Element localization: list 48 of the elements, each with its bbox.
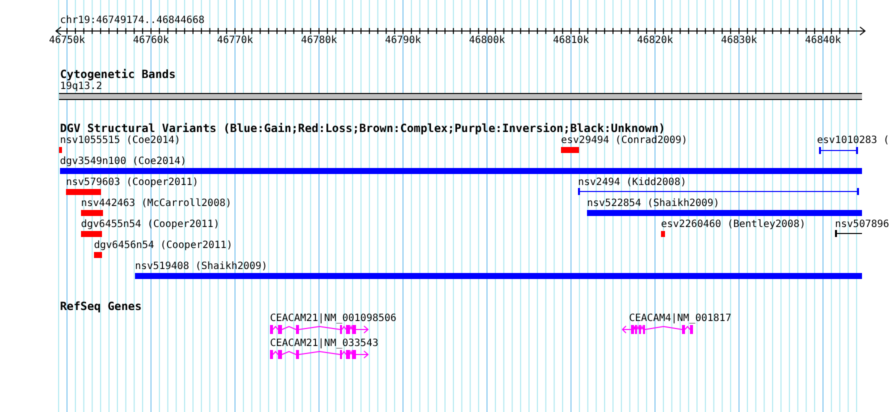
tick-label: 46800k [468, 35, 506, 46]
variant-label[interactable]: dgv6455n54 (Cooper2011) [81, 219, 220, 230]
tick-label: 46810k [552, 35, 590, 46]
variant-interval[interactable] [835, 230, 862, 237]
gene-label[interactable]: CEACAM21|NM_033543 [270, 338, 378, 349]
gene-model-drawing[interactable] [270, 325, 369, 334]
track-title: DGV Structural Variants (Blue:Gain;Red:Loss;Brown:Complex;Purple:Inversion;Black:Unknown) [60, 122, 666, 135]
track-title: RefSeq Genes [60, 300, 142, 313]
variant-label[interactable]: dgv6456n54 (Cooper2011) [94, 240, 232, 251]
variant-label[interactable]: nsv507896 [835, 219, 890, 230]
tick-label: 46830k [720, 35, 758, 46]
variant-bar[interactable] [81, 210, 103, 216]
tick-label: 46770k [216, 35, 254, 46]
variant-bar[interactable] [661, 231, 665, 237]
variant-bar[interactable] [587, 210, 862, 216]
track-title: Cytogenetic Bands [60, 68, 176, 81]
variant-label[interactable]: nsv1055515 (Coe2014) [60, 135, 180, 146]
variant-label[interactable]: esv29494 (Conrad2009) [561, 135, 688, 146]
location-label: chr19:46749174..46844668 [60, 15, 204, 26]
tick-label: 46750k [48, 35, 86, 46]
tick-label: 46820k [636, 35, 674, 46]
variant-label[interactable]: nsv442463 (McCarroll2008) [81, 198, 232, 209]
variant-bar[interactable] [60, 168, 862, 174]
variant-label[interactable]: nsv519408 (Shaikh2009) [135, 261, 268, 272]
gene-label[interactable]: CEACAM4|NM_001817 [629, 313, 732, 324]
gene-label[interactable]: CEACAM21|NM_001098506 [270, 313, 396, 324]
variant-bar[interactable] [81, 231, 102, 237]
variant-label[interactable]: nsv579603 (Cooper2011) [66, 177, 198, 188]
variant-interval[interactable] [578, 188, 859, 195]
variant-interval[interactable] [819, 147, 858, 154]
variant-label[interactable]: nsv522854 (Shaikh2009) [587, 198, 720, 209]
variant-bar[interactable] [135, 273, 862, 279]
variant-label[interactable]: dgv3549n100 (Coe2014) [60, 156, 186, 167]
variant-bar[interactable] [561, 147, 579, 153]
variant-bar[interactable] [59, 147, 62, 153]
variant-label[interactable]: nsv2494 (Kidd2008) [578, 177, 686, 188]
variant-bar[interactable] [66, 189, 101, 195]
tick-label: 46790k [384, 35, 422, 46]
variant-bar[interactable] [94, 252, 102, 258]
tick-label: 46840k [804, 35, 842, 46]
variant-label[interactable]: esv1010283 ( [817, 135, 890, 146]
band-label: 19q13.2 [60, 81, 102, 92]
variant-label[interactable]: esv2260460 (Bentley2008) [661, 219, 806, 230]
chromosome-band[interactable] [59, 93, 862, 100]
tick-label: 46760k [132, 35, 170, 46]
tick-label: 46780k [300, 35, 338, 46]
gene-model-drawing[interactable] [270, 350, 369, 359]
gene-model-drawing[interactable] [622, 325, 693, 334]
